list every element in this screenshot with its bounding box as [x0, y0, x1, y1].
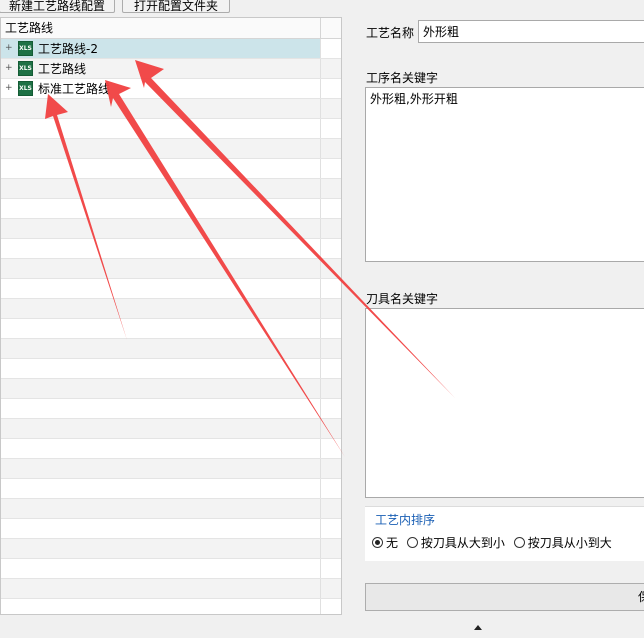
empty-tree-row — [1, 439, 341, 459]
tree-node-label: 工艺路线 — [38, 62, 87, 76]
empty-tree-row — [1, 239, 341, 259]
empty-tree-row — [1, 539, 341, 559]
tree-node-standard-route[interactable]: + XLS 标准工艺路线 — [1, 79, 341, 99]
tree-header-label: 工艺路线 — [5, 21, 54, 35]
empty-tree-row — [1, 559, 341, 579]
tree-node-label: 标准工艺路线 — [38, 82, 111, 96]
tree-rows: + XLS 工艺路线-2 + XLS 工艺路线 + XLS 标准工艺路线 — [1, 39, 341, 614]
new-route-config-button[interactable]: 新建工艺路线配置 — [0, 0, 115, 13]
empty-tree-row — [1, 279, 341, 299]
empty-tree-row — [1, 119, 341, 139]
tree-node-label: 工艺路线-2 — [38, 42, 98, 56]
empty-tree-row — [1, 199, 341, 219]
sort-option-small-to-large[interactable]: 按刀具从小到大 — [513, 536, 612, 550]
tree-node-route[interactable]: + XLS 工艺路线 — [1, 59, 341, 79]
radio-label: 按刀具从大到小 — [420, 536, 505, 550]
empty-tree-row — [1, 219, 341, 239]
tool-keywords-textarea[interactable] — [365, 308, 644, 498]
empty-tree-row — [1, 319, 341, 339]
empty-tree-row — [1, 359, 341, 379]
excel-file-icon: XLS — [18, 61, 33, 76]
expand-icon[interactable]: + — [5, 44, 13, 53]
sort-group-title: 工艺内排序 — [375, 513, 436, 527]
empty-tree-row — [1, 499, 341, 519]
route-name-input[interactable]: 外形粗 — [418, 20, 644, 43]
empty-tree-row — [1, 579, 341, 599]
expand-icon[interactable]: + — [5, 64, 13, 73]
empty-tree-row — [1, 259, 341, 279]
radio-label: 无 — [386, 536, 399, 550]
empty-tree-row — [1, 399, 341, 419]
route-tree[interactable]: 工艺路线 + XLS 工艺路线-2 + XLS 工艺路线 + XLS 标准工艺路… — [0, 17, 342, 615]
save-button[interactable]: 保 — [365, 583, 644, 611]
route-properties-panel: 工艺名称 外形粗 工序名关键字 外形粗,外形开粗 刀具名关键字 工艺内排序 无 … — [363, 17, 644, 615]
tree-node-route-2[interactable]: + XLS 工艺路线-2 — [1, 39, 341, 59]
empty-tree-row — [1, 599, 341, 614]
sort-option-none[interactable]: 无 — [372, 536, 398, 550]
process-keywords-textarea[interactable]: 外形粗,外形开粗 — [365, 87, 644, 262]
open-config-folder-button[interactable]: 打开配置文件夹 — [122, 0, 230, 13]
excel-file-icon: XLS — [18, 41, 33, 56]
radio-icon[interactable] — [406, 537, 418, 548]
empty-tree-row — [1, 339, 341, 359]
collapse-arrow-icon[interactable] — [474, 625, 482, 630]
process-keywords-label: 工序名关键字 — [366, 71, 439, 85]
empty-tree-row — [1, 299, 341, 319]
radio-icon[interactable] — [513, 537, 525, 548]
empty-tree-row — [1, 99, 341, 119]
expand-icon[interactable]: + — [5, 84, 13, 93]
empty-tree-row — [1, 479, 341, 499]
empty-tree-row — [1, 519, 341, 539]
empty-tree-row — [1, 419, 341, 439]
excel-file-icon: XLS — [18, 81, 33, 96]
empty-tree-row — [1, 179, 341, 199]
radio-label: 按刀具从小到大 — [527, 536, 612, 550]
empty-tree-row — [1, 459, 341, 479]
sort-group: 工艺内排序 无 按刀具从大到小 按刀具从小到大 — [365, 506, 644, 561]
empty-tree-row — [1, 379, 341, 399]
tree-column-header: 工艺路线 — [1, 18, 341, 39]
tool-keywords-label: 刀具名关键字 — [366, 292, 439, 306]
route-name-label: 工艺名称 — [366, 26, 415, 40]
sort-options: 无 按刀具从大到小 按刀具从小到大 — [372, 534, 617, 551]
empty-tree-row — [1, 159, 341, 179]
sort-option-large-to-small[interactable]: 按刀具从大到小 — [406, 536, 505, 550]
empty-tree-row — [1, 139, 341, 159]
radio-selected-icon[interactable] — [372, 537, 383, 548]
